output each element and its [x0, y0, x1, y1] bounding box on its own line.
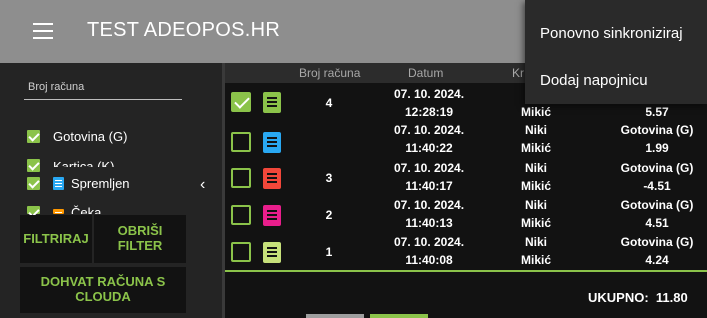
receipt-status-icon: [263, 242, 281, 263]
column-header-date[interactable]: Datum: [408, 66, 443, 80]
total-row: UKUPNO: 11.80: [588, 290, 688, 305]
cashier-first-name: Niki: [524, 161, 547, 175]
receipt-number: 1: [325, 245, 333, 259]
cashier-last-name: Mikić: [520, 253, 551, 267]
row-checkbox[interactable]: [231, 205, 251, 225]
row-checkbox[interactable]: [231, 168, 251, 188]
fetch-cloud-button[interactable]: DOHVAT RAČUNA S CLOUDA: [20, 267, 186, 313]
receipt-amount: 4.51: [645, 216, 669, 230]
menu-item-resync[interactable]: Ponovno sinkroniziraj: [540, 25, 683, 42]
clear-filter-button[interactable]: OBRIŠI FILTER: [94, 215, 186, 263]
receipt-time: 11:40:08: [405, 253, 453, 267]
overflow-menu: Ponovno sinkroniziraj Dodaj napojnicu: [525, 0, 707, 104]
receipt-number-input[interactable]: Broj računa: [28, 81, 84, 93]
app-title: TEST ADEOPOS.HR: [87, 19, 281, 41]
filter-label-cash: Gotovina (G): [53, 129, 128, 144]
column-header-number[interactable]: Broj računa: [299, 66, 360, 80]
filter-button[interactable]: FILTRIRAJ: [20, 215, 92, 263]
page-indicator-active[interactable]: [370, 314, 428, 318]
cashier-last-name: Mikić: [520, 105, 551, 119]
row-checkbox[interactable]: [231, 132, 251, 152]
receipt-amount: -4.51: [643, 179, 671, 193]
receipt-amount: 5.57: [645, 105, 669, 119]
filter-label-pending: Čeka: [71, 205, 102, 214]
receipt-date: 07. 10. 2024.: [393, 161, 465, 175]
filter-label-saved: Spremljen: [71, 176, 130, 191]
cashier-last-name: Mikić: [520, 141, 551, 155]
page-indicator-inactive[interactable]: [306, 314, 364, 318]
payment-method: Gotovina (G): [620, 198, 694, 212]
checkbox-card[interactable]: [27, 159, 40, 172]
receipt-status-icon: [263, 205, 281, 226]
menu-item-add-tip[interactable]: Dodaj napojnicu: [540, 72, 648, 89]
receipt-date: 07. 10. 2024.: [393, 123, 465, 137]
receipt-status-icon: [263, 168, 281, 189]
receipt-date: 07. 10. 2024.: [393, 235, 465, 249]
payment-method: Gotovina (G): [620, 161, 694, 175]
cashier-first-name: Niki: [524, 123, 547, 137]
receipt-number: 2: [325, 208, 333, 222]
receipt-status-icon: [263, 92, 281, 113]
receipt-time: 11:40:13: [405, 216, 453, 230]
receipt-number: 3: [325, 171, 333, 185]
receipt-status-icon: [263, 132, 281, 153]
payment-method: Gotovina (G): [620, 123, 694, 137]
checkbox-pending[interactable]: [27, 206, 40, 214]
payment-method: Gotovina (G): [620, 235, 694, 249]
filter-panel: Broj računa Gotovina (G) Kartica (K) Spr…: [0, 63, 222, 318]
cashier-first-name: Niki: [524, 198, 547, 212]
receipt-time: 11:40:17: [405, 179, 453, 193]
cashier-last-name: Mikić: [520, 179, 551, 193]
receipt-amount: 1.99: [645, 141, 669, 155]
total-label: UKUPNO:: [588, 290, 649, 305]
row-checkbox[interactable]: [231, 242, 251, 262]
receipt-time: 11:40:22: [405, 141, 453, 155]
total-value: 11.80: [655, 290, 688, 305]
saved-receipt-icon: [53, 177, 64, 190]
column-header-cashier[interactable]: Kr: [512, 66, 524, 80]
cashier-first-name: Niki: [524, 235, 547, 249]
receipt-number: 4: [325, 96, 333, 110]
hamburger-menu-icon[interactable]: [33, 23, 53, 39]
input-underline: [24, 99, 182, 100]
checkbox-saved[interactable]: [27, 177, 40, 190]
pending-receipt-icon: [53, 209, 64, 214]
collapse-chevron-icon[interactable]: ‹: [200, 176, 205, 194]
receipt-amount: 4.24: [645, 253, 669, 267]
filter-label-card: Kartica (K): [53, 159, 115, 167]
cashier-last-name: Mikić: [520, 216, 551, 230]
receipt-date: 07. 10. 2024.: [393, 198, 465, 212]
row-checkbox[interactable]: [231, 92, 251, 112]
receipt-time: 12:28:19: [404, 105, 454, 119]
checkbox-cash[interactable]: [27, 130, 40, 143]
receipt-date: 07. 10. 2024.: [393, 87, 465, 101]
